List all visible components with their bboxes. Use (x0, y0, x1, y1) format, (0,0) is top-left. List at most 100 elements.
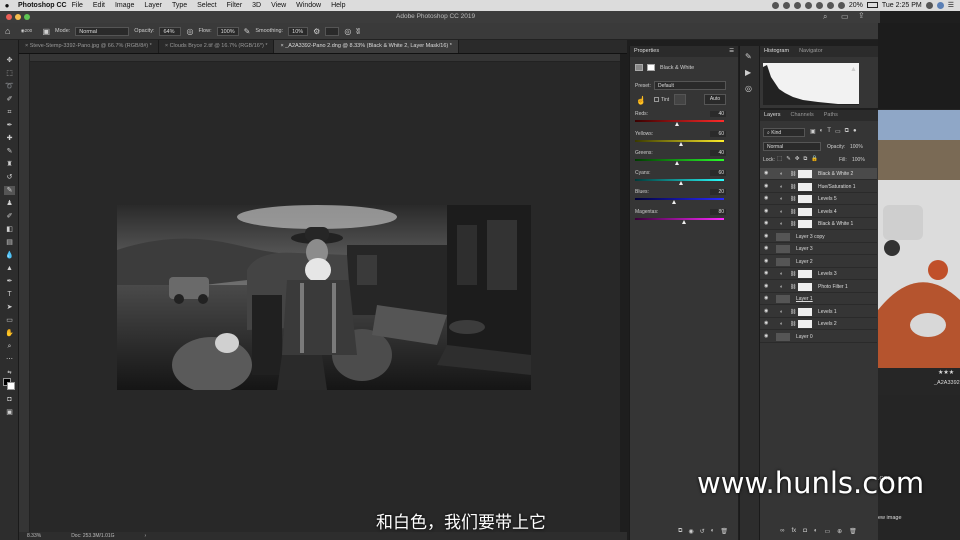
menu-edit[interactable]: Edit (93, 2, 105, 9)
eye-icon[interactable]: ◉ (764, 171, 770, 176)
airbrush-icon[interactable]: ✎ (244, 27, 251, 36)
new-adjustment-icon[interactable]: ◐ (814, 528, 818, 540)
tab-steve-stemp[interactable]: × Steve-Stemp-3392-Pano.jpg @ 66.7% (RGB… (19, 40, 159, 53)
tab-paths[interactable]: Paths (824, 112, 838, 119)
app-name[interactable]: Photoshop CC (18, 2, 67, 9)
slider-value[interactable]: 80 (710, 209, 726, 215)
link-layers-icon[interactable]: ∞ (780, 528, 784, 540)
eye-icon[interactable]: ◉ (764, 308, 770, 314)
slider-knob[interactable] (682, 220, 687, 224)
eye-icon[interactable]: ◉ (764, 333, 770, 339)
shape-filter-icon[interactable]: ▭ (835, 128, 841, 135)
brush-panel-icon[interactable]: ✎ (745, 52, 752, 61)
menu-layer[interactable]: Layer (144, 2, 162, 9)
view-previous-icon[interactable]: ◉ (688, 528, 693, 540)
layer-row[interactable]: ◉ Layer 2 (760, 256, 877, 268)
status-icon[interactable] (815, 1, 823, 9)
zoom-level[interactable]: 8.33% (27, 533, 41, 539)
eye-icon[interactable]: ◉ (764, 296, 770, 301)
swap-colors-icon[interactable]: ⇆ (4, 369, 15, 378)
quick-select-tool-icon[interactable]: ✐ (4, 95, 15, 104)
brush-settings-icon[interactable]: ▣ (42, 27, 50, 36)
tint-color-swatch[interactable] (674, 94, 686, 105)
clone-stamp-tool-icon[interactable]: ♜ (4, 160, 15, 169)
pen-tool-icon[interactable]: ✒ (4, 277, 15, 286)
pixel-filter-icon[interactable]: ▣ (810, 128, 816, 135)
properties-header[interactable]: Properties ☰ (630, 46, 738, 57)
preset-select[interactable]: Default (654, 81, 726, 90)
status-icon[interactable] (793, 1, 801, 9)
menu-help[interactable]: Help (331, 2, 345, 9)
chain-icon[interactable]: ⛓ (790, 271, 796, 277)
menu-image[interactable]: Image (115, 2, 134, 9)
menu-filter[interactable]: Filter (227, 2, 243, 9)
slider-knob[interactable] (671, 200, 676, 205)
layer-thumbnail[interactable] (776, 295, 790, 303)
slider-value[interactable]: 20 (710, 189, 726, 196)
slider-track[interactable] (635, 218, 724, 220)
status-icon[interactable] (782, 1, 790, 9)
layer-row[interactable]: ◉ ◐ ⛓ Black & White 1 (760, 218, 877, 230)
more-tools-icon[interactable]: ⋯ (4, 355, 15, 364)
slider-value[interactable]: 40 (710, 150, 726, 157)
slider-track[interactable] (635, 120, 724, 122)
brush-tool-active-icon[interactable]: ✎ (4, 186, 15, 195)
mask-thumbnail[interactable] (798, 320, 812, 328)
eye-icon[interactable]: ◉ (764, 283, 770, 289)
apple-icon[interactable]: ● (0, 1, 14, 10)
panel-menu-icon[interactable]: ☰ (729, 48, 734, 54)
healing-tool-icon[interactable]: ✚ (4, 134, 15, 143)
tab-clouds-bryce[interactable]: × Clouds Bryce 2.tif @ 16.7% (RGB/16*) * (159, 40, 275, 53)
chain-icon[interactable]: ⛓ (790, 184, 796, 190)
eye-icon[interactable]: ◉ (764, 196, 770, 201)
quick-mask-icon[interactable]: ◘ (4, 395, 15, 404)
trash-icon[interactable]: 🗑 (720, 528, 728, 540)
eye-icon[interactable]: ◉ (764, 183, 770, 189)
slider-knob[interactable] (678, 141, 683, 146)
zoom-tool-icon[interactable]: ⌕ (4, 342, 15, 351)
layer-thumbnail[interactable] (776, 245, 790, 253)
gradient-tool-icon[interactable]: ▤ (4, 238, 15, 247)
tab-a2a3392-pano[interactable]: × _A2A3392-Pano 2.dng @ 8.33% (Black & W… (274, 40, 459, 53)
layer-row[interactable]: ◉ Layer 3 copy (760, 231, 877, 243)
auto-button[interactable]: Auto (704, 94, 726, 105)
blend-mode-select[interactable]: Normal (763, 142, 821, 151)
history-brush-tool-icon[interactable]: ↺ (4, 173, 15, 182)
mode-select[interactable]: Normal (75, 26, 130, 36)
bridge-photo-thumbnail[interactable] (878, 110, 960, 395)
flow-field[interactable]: 100% (216, 26, 239, 36)
crop-tool-icon[interactable]: ⌗ (4, 108, 15, 117)
mask-thumbnail[interactable] (798, 307, 812, 316)
workspace-icon[interactable]: ▭ (841, 12, 849, 21)
tint-checkbox[interactable] (654, 97, 659, 102)
screen-mode-icon[interactable]: ▣ (4, 408, 15, 417)
type-filter-icon[interactable]: T (827, 128, 831, 135)
status-icon[interactable] (804, 1, 812, 9)
layer-row[interactable]: ◉ Layer 3 (760, 243, 877, 255)
mask-thumbnail[interactable] (798, 170, 812, 178)
history-tool-icon[interactable]: ✐ (4, 212, 15, 221)
chain-icon[interactable]: ⛓ (790, 196, 796, 202)
adjustment-filter-icon[interactable]: ◐ (820, 128, 824, 135)
lock-all-icon[interactable]: 🔒 (811, 156, 818, 163)
filter-toggle-icon[interactable]: ● (853, 128, 857, 135)
warning-icon[interactable]: ▲ (850, 66, 857, 73)
chain-icon[interactable]: ⛓ (790, 321, 796, 327)
dodge-tool-icon[interactable]: ▲ (4, 264, 15, 273)
new-group-icon[interactable]: ▭ (824, 528, 830, 540)
tab-navigator[interactable]: Navigator (799, 48, 823, 55)
tab-channels[interactable]: Channels (791, 112, 814, 119)
pressure-size-icon[interactable]: ◎ (344, 27, 351, 36)
angle-field[interactable] (325, 26, 340, 36)
chain-icon[interactable]: ⛓ (790, 284, 796, 290)
reset-icon[interactable]: ↺ (700, 528, 705, 540)
slider-value[interactable]: 60 (710, 130, 726, 137)
mask-thumbnail[interactable] (798, 282, 812, 291)
hand-tool-icon[interactable]: ✋ (4, 329, 15, 338)
eye-icon[interactable]: ◉ (764, 233, 770, 239)
layer-row[interactable]: ◉ ◐ ⛓ Photo Filter 1 (760, 281, 877, 293)
chain-icon[interactable]: ⛓ (790, 309, 796, 315)
status-icon[interactable] (771, 1, 779, 9)
layer-row[interactable]: ◉ ◐ ⛓ Levels 4 (760, 206, 877, 218)
shape-tool-icon[interactable]: ▭ (4, 316, 15, 325)
